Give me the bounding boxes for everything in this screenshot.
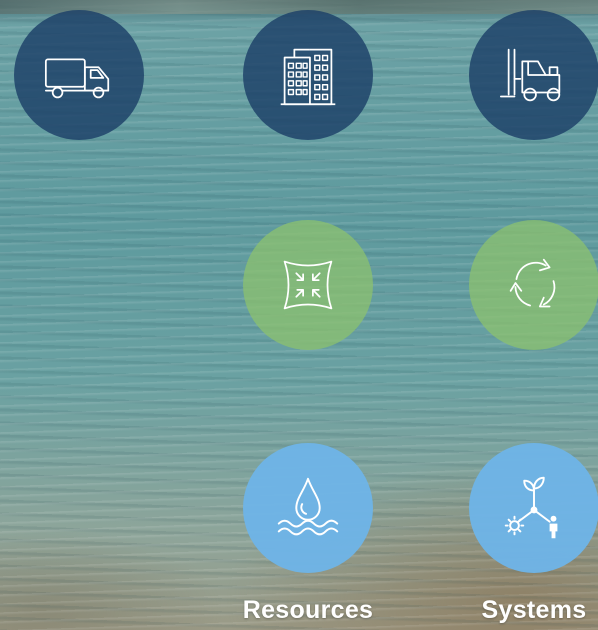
resources-circle-button[interactable]	[243, 443, 373, 573]
water-drop-icon	[277, 477, 339, 536]
buildings-icon	[280, 48, 336, 106]
forklift-circle-button[interactable]	[469, 10, 598, 140]
compress-circle-button[interactable]	[243, 220, 373, 350]
resources-label: Resources	[242, 596, 374, 624]
recycle-icon	[509, 258, 556, 308]
plant-sun-person-icon	[504, 476, 558, 539]
forklift-icon	[499, 48, 561, 102]
systems-label: Systems	[481, 596, 587, 624]
systems-circle-button[interactable]	[469, 443, 598, 573]
buildings-circle-button[interactable]	[243, 10, 373, 140]
compress-icon	[283, 260, 333, 310]
truck-circle-button[interactable]	[14, 10, 144, 140]
truck-icon	[44, 58, 110, 99]
recycle-circle-button[interactable]	[469, 220, 598, 350]
